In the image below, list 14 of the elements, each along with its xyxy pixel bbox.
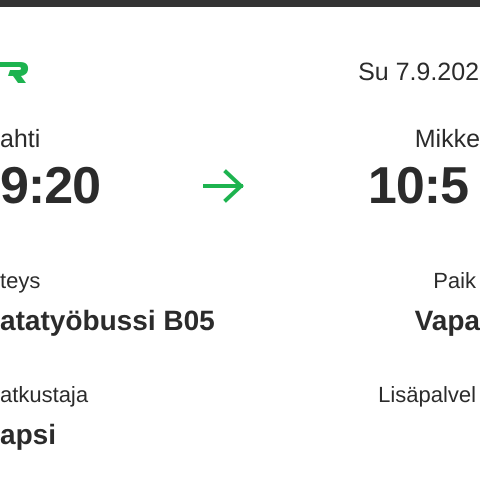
travel-date: Su 7.9.202 bbox=[358, 58, 480, 86]
detail-label: Lisäpalvel bbox=[378, 382, 477, 408]
detail-label: teys bbox=[0, 268, 40, 294]
detail-value: Vapa bbox=[414, 304, 480, 338]
arrival-time: 10:5 bbox=[368, 156, 469, 216]
arrival-station: Mikke bbox=[414, 124, 480, 154]
departure-time: 9:20 bbox=[0, 156, 100, 216]
detail-value: atatyöbussi B05 bbox=[0, 304, 215, 338]
detail-label: atkustaja bbox=[0, 382, 88, 408]
departure-station: ahti bbox=[0, 124, 40, 154]
detail-value: apsi bbox=[0, 418, 56, 452]
arrow-icon bbox=[202, 168, 246, 204]
logo-icon bbox=[0, 59, 30, 85]
detail-label: Paik bbox=[433, 268, 477, 294]
